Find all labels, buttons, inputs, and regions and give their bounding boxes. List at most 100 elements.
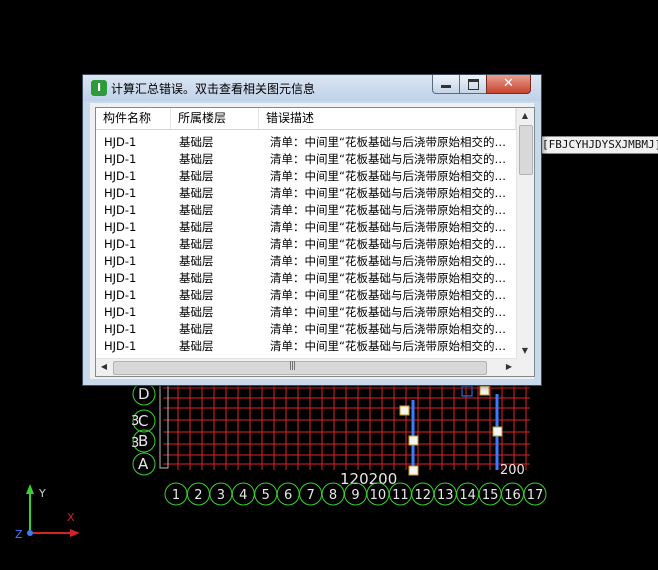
cell-error-description: 清单：中间里“花板基础与后浇带原始相交的… [270,271,506,285]
axis-label-column: 1 [172,488,180,503]
cell-floor: 基础层 [179,135,214,149]
axis-label-prefix: 3 [131,414,139,429]
ucs-y-label: Y [38,487,46,500]
vertical-scroll-thumb[interactable] [519,125,533,175]
cell-component-name: HJD-1 [104,305,137,319]
axis-label-prefix: 3 [131,436,139,451]
wall-elements [399,385,503,476]
table-row[interactable]: HJD-1 基础层 清单：中间里“花板基础与后浇带原始相交的… [96,151,516,168]
table-row[interactable]: HJD-1 基础层 清单：中间里“花板基础与后浇带原始相交的… [96,270,516,287]
cell-error-description: 清单：中间里“花板基础与后浇带原始相交的… [270,135,506,149]
cell-floor: 基础层 [179,339,214,353]
cell-component-name: HJD-1 [104,220,137,234]
axis-label-column: 6 [284,488,292,503]
axis-label-column: 4 [239,488,247,503]
axis-label-column: 3 [217,488,225,503]
cell-floor: 基础层 [179,322,214,336]
cell-component-name: HJD-1 [104,288,137,302]
table-row[interactable]: HJD-1 基础层 清单：中间里“花板基础与后浇带原始相交的… [96,321,516,338]
close-button[interactable]: ✕ [486,75,531,94]
table-row[interactable]: HJD-1 基础层 清单：中间里“花板基础与后浇带原始相交的… [96,185,516,202]
ucs-x-label: X [67,511,75,524]
error-summary-dialog: I 计算汇总错误。双击查看相关图元信息 ✕ 构件名称 所属楼层 错误描述 HJD… [82,74,542,386]
cell-component-name: HJD-1 [104,203,137,217]
axis-label-column: 12 [415,488,432,503]
axis-label-column: 9 [351,488,359,503]
axis-grid [159,383,530,470]
axis-label-column: 17 [527,488,544,503]
scroll-right-icon[interactable]: ▶ [501,359,517,375]
table-row[interactable]: HJD-1 基础层 清单：中间里“花板基础与后浇带原始相交的… [96,304,516,321]
table-row[interactable]: HJD-1 基础层 清单：中间里“花板基础与后浇带原始相交的… [96,236,516,253]
cell-component-name: HJD-1 [104,135,137,149]
minimize-icon [441,85,451,88]
cell-error-description: 清单：中间里“花板基础与后浇带原始相交的… [270,203,506,217]
axis-label-column: 8 [329,488,337,503]
list-rows: HJD-1 基础层 清单：中间里“花板基础与后浇带原始相交的… HJD-1 基础层 清单：… [96,134,516,355]
axis-label-column: 7 [306,488,314,503]
cell-floor: 基础层 [179,254,214,268]
column-block [408,465,419,476]
axis-label-column: 16 [504,488,521,503]
table-row[interactable]: HJD-1 基础层 清单：中间里“花板基础与后浇带原始相交的… [96,168,516,185]
axis-label-column: 2 [194,488,202,503]
axis-label-column: 14 [459,488,476,503]
dialog-title: 计算汇总错误。双击查看相关图元信息 [111,82,316,96]
error-list[interactable]: 构件名称 所属楼层 错误描述 HJD-1 基础层 清单：中间里“花板基础与后浇带原始… [95,107,535,377]
maximize-icon [468,79,479,90]
axis-label-row: B [138,432,148,450]
scroll-down-icon[interactable]: ▼ [517,343,533,359]
app-logo-icon: I [91,80,107,96]
cell-error-description: 清单：中间里“花板基础与后浇带原始相交的… [270,220,506,234]
cell-error-description: 清单：中间里“花板基础与后浇带原始相交的… [270,305,506,319]
scrollbar-corner [517,359,534,376]
table-row[interactable]: HJD-1 基础层 清单：中间里“花板基础与后浇带原始相交的… [96,287,516,304]
axis-label-column: 11 [392,488,409,503]
cell-component-name: HJD-1 [104,322,137,336]
column-header-error[interactable]: 错误描述 [259,108,516,129]
axis-label-row: D [138,385,150,403]
table-row[interactable]: HJD-1 基础层 清单：中间里“花板基础与后浇带原始相交的… [96,338,516,355]
column-block [408,435,419,446]
cell-error-description: 清单：中间里“花板基础与后浇带原始相交的… [270,288,506,302]
cell-floor: 基础层 [179,186,214,200]
maximize-button[interactable] [459,75,487,94]
cell-component-name: HJD-1 [104,186,137,200]
column-block [399,405,410,416]
table-row[interactable]: HJD-1 基础层 清单：中间里“花板基础与后浇带原始相交的… [96,202,516,219]
cell-component-name: HJD-1 [104,271,137,285]
table-row[interactable]: HJD-1 基础层 清单：中间里“花板基础与后浇带原始相交的… [96,253,516,270]
minimize-button[interactable] [432,75,460,94]
dialog-client: 构件名称 所属楼层 错误描述 HJD-1 基础层 清单：中间里“花板基础与后浇带原始… [90,103,535,379]
ucs-icon: Y X Z [15,484,80,541]
cell-component-name: HJD-1 [104,237,137,251]
axis-label-column: 5 [262,488,270,503]
vertical-scrollbar[interactable]: ▲ ▼ [516,108,534,359]
axis-label-column: 13 [437,488,454,503]
cell-component-name: HJD-1 [104,169,137,183]
cell-error-description: 清单：中间里“花板基础与后浇带原始相交的… [270,237,506,251]
axis-label-column: 10 [370,488,387,503]
column-header-name[interactable]: 构件名称 [96,108,171,129]
axis-label-row: C [138,412,148,430]
cell-error-description: 清单：中间里“花板基础与后浇带原始相交的… [270,169,506,183]
table-row[interactable]: HJD-1 基础层 清单：中间里“花板基础与后浇带原始相交的… [96,134,516,151]
scroll-up-icon[interactable]: ▲ [517,108,533,124]
horizontal-scrollbar[interactable]: ◀ ||| ▶ [96,358,517,376]
cell-error-description: 清单：中间里“花板基础与后浇带原始相交的… [270,322,506,336]
ucs-z-label: Z [15,528,23,541]
cell-floor: 基础层 [179,169,214,183]
cell-floor: 基础层 [179,220,214,234]
cell-component-name: HJD-1 [104,254,137,268]
column-block [479,385,490,396]
title-bar[interactable]: I 计算汇总错误。双击查看相关图元信息 ✕ [83,75,541,101]
scroll-grip-icon: ||| [289,361,296,371]
table-row[interactable]: HJD-1 基础层 清单：中间里“花板基础与后浇带原始相交的… [96,219,516,236]
cell-floor: 基础层 [179,152,214,166]
cell-error-description: 清单：中间里“花板基础与后浇带原始相交的… [270,339,506,353]
cell-error-description: 清单：中间里“花板基础与后浇带原始相交的… [270,152,506,166]
column-block [492,426,503,437]
column-header-floor[interactable]: 所属楼层 [171,108,259,129]
scroll-left-icon[interactable]: ◀ [96,359,112,375]
horizontal-scroll-thumb[interactable]: ||| [113,361,487,375]
